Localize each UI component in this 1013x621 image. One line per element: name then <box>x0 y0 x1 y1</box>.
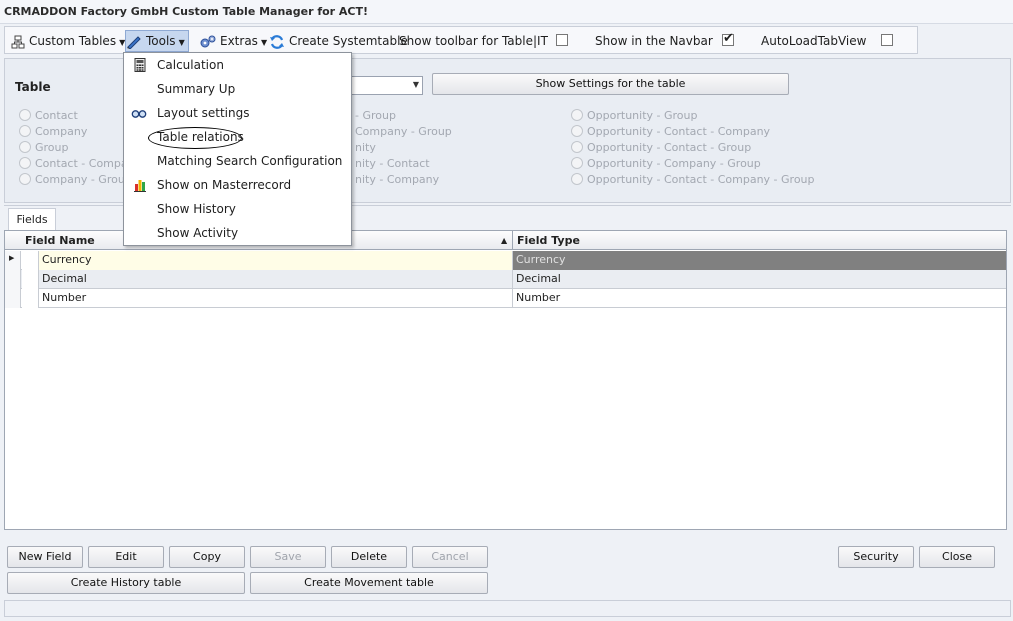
tools-label: Tools <box>146 34 176 48</box>
glasses-icon <box>131 110 147 118</box>
calculator-icon <box>134 58 146 72</box>
autoload-checkbox[interactable] <box>881 34 893 46</box>
radio-col2-3[interactable]: nity <box>355 141 376 154</box>
fields-grid[interactable]: Field Name ▲ Field Type Currency Currenc… <box>4 230 1007 530</box>
menu-item-layout-settings[interactable]: Layout settings <box>124 101 351 125</box>
table-row[interactable]: Number Number <box>5 289 1006 308</box>
radio-opportunity-contact-company-group[interactable]: Opportunity - Contact - Company - Group <box>571 173 815 186</box>
status-bar <box>4 600 1011 617</box>
gears-icon <box>200 35 216 47</box>
menu-item-show-activity[interactable]: Show Activity <box>124 221 351 245</box>
menu-item-calculation[interactable]: Calculation <box>124 53 351 77</box>
table-row[interactable]: Decimal Decimal <box>5 270 1006 289</box>
show-toolbar-checkbox[interactable] <box>556 34 568 46</box>
column-header-field-type[interactable]: Field Type <box>517 234 580 247</box>
field-type-cell[interactable]: Decimal <box>513 270 1006 289</box>
radio-col2-4[interactable]: nity - Contact <box>355 157 430 170</box>
field-name-cell[interactable]: Currency <box>39 251 513 270</box>
menu-item-show-on-masterrecord[interactable]: Show on Masterrecord <box>124 173 351 197</box>
radio-contact[interactable]: Contact <box>19 109 78 122</box>
menu-item-table-relations[interactable]: Table relations <box>124 125 351 149</box>
chevron-down-icon: ▼ <box>260 38 268 47</box>
radio-company-group[interactable]: Company - Group <box>19 173 132 186</box>
show-settings-button[interactable]: Show Settings for the table <box>432 73 789 95</box>
radio-opportunity-group[interactable]: Opportunity - Group <box>571 109 697 122</box>
field-name-cell[interactable]: Decimal <box>39 270 513 289</box>
radio-group[interactable]: Group <box>19 141 69 154</box>
radio-opportunity-contact-group[interactable]: Opportunity - Contact - Group <box>571 141 751 154</box>
new-field-button[interactable]: New Field <box>7 546 83 568</box>
bar-chart-icon <box>134 180 146 192</box>
custom-tables-menu[interactable]: Custom Tables ▼ <box>11 31 125 51</box>
chevron-down-icon: ▼ <box>178 38 185 47</box>
autoload-label: AutoLoadTabView <box>761 34 867 48</box>
copy-button[interactable]: Copy <box>169 546 245 568</box>
security-button[interactable]: Security <box>838 546 914 568</box>
title-bar: CRMADDON Factory GmbH Custom Table Manag… <box>0 0 1013 24</box>
create-movement-table-button[interactable]: Create Movement table <box>250 572 488 594</box>
field-type-cell[interactable]: Number <box>513 289 1006 308</box>
custom-tables-label: Custom Tables <box>29 34 117 48</box>
window-title: CRMADDON Factory GmbH Custom Table Manag… <box>4 5 369 18</box>
refresh-icon <box>270 34 284 49</box>
delete-button[interactable]: Delete <box>331 546 407 568</box>
radio-contact-company[interactable]: Contact - Compan <box>19 157 135 170</box>
menu-item-summary-up[interactable]: Summary Up <box>124 77 351 101</box>
row-indicator-icon <box>5 251 21 270</box>
tools-menu[interactable]: Tools ▼ <box>125 30 189 52</box>
edit-button[interactable]: Edit <box>88 546 164 568</box>
sort-ascending-icon: ▲ <box>501 236 508 245</box>
close-button[interactable]: Close <box>919 546 995 568</box>
main-toolbar: Custom Tables ▼ Tools ▼ Extras ▼ Create Sys… <box>4 26 918 54</box>
create-systemtable-button[interactable]: Create Systemtable <box>269 31 408 51</box>
table-tree-icon <box>11 35 25 48</box>
tab-fields[interactable]: Fields <box>8 208 56 232</box>
field-type-cell[interactable]: Currency <box>513 251 1006 270</box>
extras-menu[interactable]: Extras ▼ <box>200 31 267 51</box>
table-combo[interactable] <box>350 76 423 95</box>
fields-tab-panel: Fields Field Name ▲ Field Type Currency … <box>4 205 1011 530</box>
radio-company[interactable]: Company <box>19 125 87 138</box>
create-systemtable-label: Create Systemtable <box>289 34 408 48</box>
table-label: Table <box>15 80 51 94</box>
cancel-button[interactable]: Cancel <box>412 546 488 568</box>
menu-item-show-history[interactable]: Show History <box>124 197 351 221</box>
radio-col2-1[interactable]: - Group <box>355 109 396 122</box>
radio-opportunity-contact-company[interactable]: Opportunity - Contact - Company <box>571 125 770 138</box>
show-toolbar-label: Show toolbar for Table|IT <box>399 34 548 48</box>
show-navbar-label: Show in the Navbar <box>595 34 713 48</box>
tools-dropdown-menu: Calculation Summary Up Layout settings T… <box>123 52 352 246</box>
menu-item-matching-search-configuration[interactable]: Matching Search Configuration <box>124 149 351 173</box>
field-name-cell[interactable]: Number <box>39 289 513 308</box>
table-row[interactable]: Currency Currency <box>5 251 1006 270</box>
show-navbar-checkbox[interactable] <box>722 31 734 46</box>
radio-col2-2[interactable]: Company - Group <box>355 125 452 138</box>
radio-opportunity-company-group[interactable]: Opportunity - Company - Group <box>571 157 761 170</box>
create-history-table-button[interactable]: Create History table <box>7 572 245 594</box>
column-header-field-name[interactable]: Field Name <box>25 234 95 247</box>
radio-col2-5[interactable]: nity - Company <box>355 173 439 186</box>
pencil-icon <box>127 35 141 49</box>
extras-label: Extras <box>220 34 258 48</box>
save-button[interactable]: Save <box>250 546 326 568</box>
